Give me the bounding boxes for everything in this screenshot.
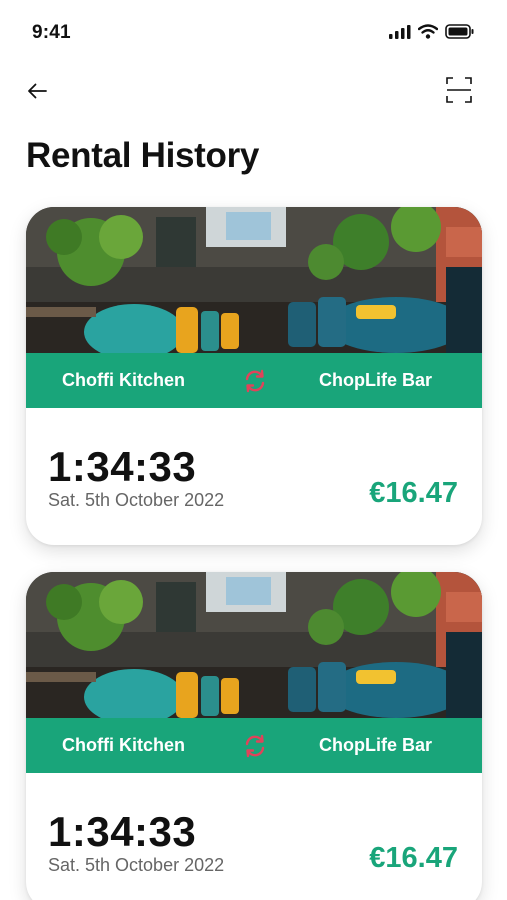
- swap-icon: [245, 734, 265, 758]
- destination-location: ChopLife Bar: [318, 735, 432, 755]
- swap-icon: [245, 369, 265, 393]
- page-title: Rental History: [26, 136, 260, 175]
- scan-icon: [446, 77, 472, 103]
- rental-duration: 1:34:33: [48, 808, 197, 855]
- rental-date: Sat. 5th October 2022: [48, 855, 225, 875]
- wifi-icon: [418, 24, 438, 39]
- origin-location: Choffi Kitchen: [62, 735, 185, 755]
- rental-duration: 1:34:33: [48, 443, 197, 490]
- rental-date: Sat. 5th October 2022: [48, 490, 225, 510]
- status-icons: [389, 24, 475, 39]
- destination-location: ChopLife Bar: [318, 370, 432, 390]
- rental-card[interactable]: Choffi Kitchen ChopLife Bar 1:34:33 Sat.…: [26, 207, 482, 545]
- cellular-signal-icon: [389, 24, 411, 39]
- restaurant-interior-photo: [26, 572, 482, 718]
- status-time: 9:41: [32, 22, 71, 43]
- arrow-left-icon: [28, 83, 47, 99]
- navigation-bar: [0, 70, 507, 114]
- back-button[interactable]: [24, 78, 50, 104]
- rental-price: €16.47: [369, 842, 458, 874]
- status-bar: 9:41: [0, 0, 507, 64]
- route-band: Choffi Kitchen ChopLife Bar: [26, 353, 482, 408]
- battery-icon: [445, 24, 474, 39]
- origin-location: Choffi Kitchen: [62, 370, 185, 390]
- route-band: Choffi Kitchen ChopLife Bar: [26, 718, 482, 773]
- restaurant-interior-photo: [26, 207, 482, 353]
- rental-price: €16.47: [369, 477, 458, 509]
- rental-card[interactable]: Choffi Kitchen ChopLife Bar 1:34:33 Sat.…: [26, 572, 482, 900]
- scan-button[interactable]: [445, 76, 473, 104]
